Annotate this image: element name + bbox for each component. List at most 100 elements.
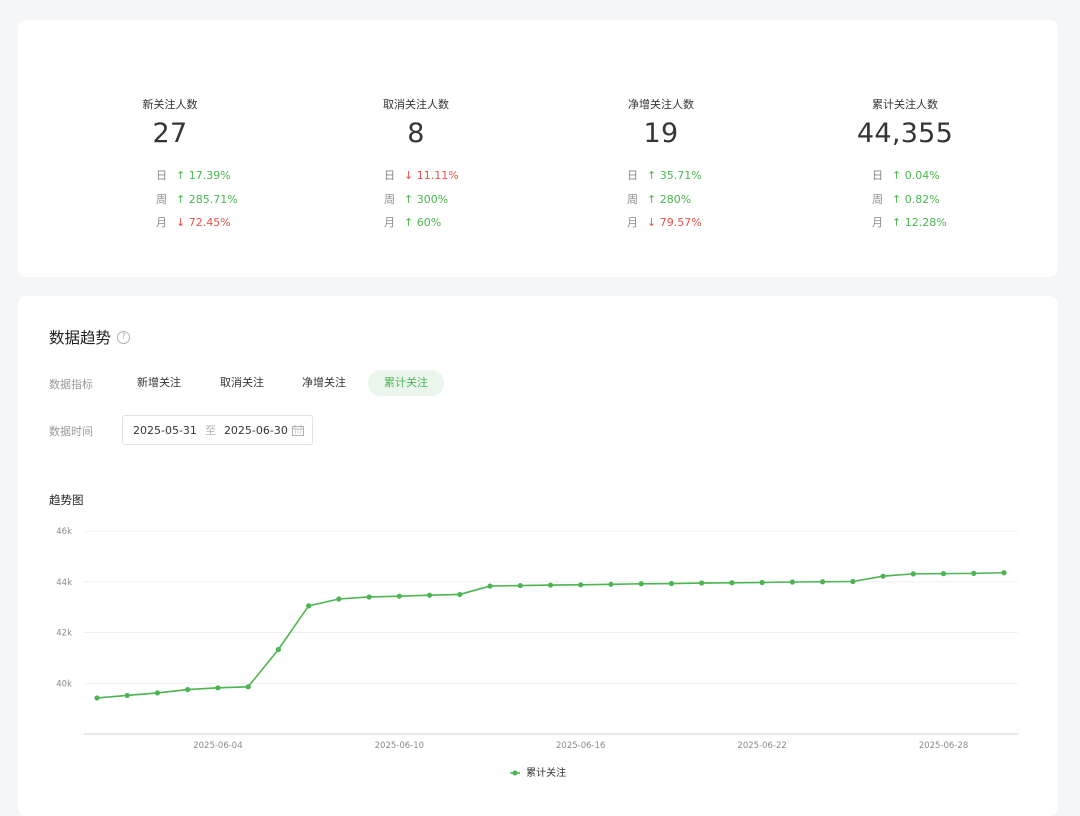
data-point (457, 591, 463, 598)
data-point (668, 580, 675, 587)
row-label: 日 (627, 169, 638, 182)
data-point (910, 571, 916, 577)
row-change: ↓ 72.45% (176, 216, 231, 229)
row-change: ↑ 35.71% (647, 169, 702, 182)
data-point (124, 692, 130, 699)
stat-row-month: 月 ↓ 79.57% (627, 215, 791, 239)
data-point (850, 578, 856, 585)
metric-tab-unfollow[interactable]: 取消关注 (204, 370, 280, 396)
legend-line-marker-icon (509, 770, 520, 776)
series-line-total-follow (96, 571, 1005, 699)
stat-value: 8 (407, 118, 425, 149)
y-tick-label: 46k (56, 527, 72, 537)
row-label: 周 (872, 192, 883, 206)
y-tick-label: 40k (56, 679, 72, 689)
calendar-icon[interactable] (292, 425, 304, 436)
data-point (517, 582, 523, 589)
data-point (1001, 570, 1007, 576)
data-point (185, 686, 191, 693)
stat-value: 44,355 (856, 118, 954, 149)
row-label: 月 (627, 216, 638, 229)
stat-row-day: 日 ↑ 35.71% (627, 168, 791, 192)
row-label: 周 (627, 192, 638, 206)
stat-row-month: 月 ↓ 72.45% (156, 215, 300, 239)
stat-row-week: 周 ↑ 280% (627, 192, 791, 216)
data-point (487, 583, 493, 589)
data-point (396, 593, 402, 599)
row-label: 月 (384, 216, 395, 229)
chart-legend[interactable]: 累计关注 (18, 764, 1058, 779)
row-change: ↓ 79.57% (647, 216, 702, 229)
stats-card: 新关注人数 27 日 ↑ 17.39% 周 ↑ 285.71% 月 ↓ 72.4… (18, 20, 1058, 277)
data-point (366, 594, 372, 600)
data-point (154, 690, 161, 696)
row-change: ↑ 60% (404, 216, 442, 229)
y-tick-label: 42k (56, 629, 72, 639)
data-point (94, 695, 100, 701)
data-point (245, 684, 251, 690)
x-tick-label: 2025-06-16 (556, 741, 605, 751)
row-change: ↑ 0.04% (892, 169, 940, 182)
row-change: ↑ 12.28% (892, 216, 947, 229)
x-tick-label: 2025-06-04 (193, 741, 242, 751)
stat-row-month: 月 ↑ 60% (384, 215, 546, 239)
data-point (880, 573, 886, 579)
data-point (759, 579, 765, 586)
data-point (306, 603, 312, 609)
chart-title: 趋势图 (49, 493, 84, 507)
data-point (215, 685, 221, 691)
row-change: ↓ 11.11% (404, 169, 459, 182)
data-point (547, 582, 554, 588)
data-point (578, 582, 584, 588)
row-label: 日 (872, 169, 883, 182)
data-point (971, 570, 977, 576)
stat-title: 新关注人数 (142, 98, 198, 111)
stat-row-day: 日 ↑ 17.39% (156, 168, 300, 192)
date-end[interactable]: 2025-06-30 (224, 424, 288, 437)
section-title: 数据趋势 ? (49, 326, 131, 348)
stat-title: 累计关注人数 (872, 98, 938, 111)
stat-value: 19 (643, 118, 679, 149)
row-change: ↑ 0.82% (892, 192, 940, 206)
data-point (699, 580, 705, 586)
x-tick-label: 2025-06-22 (737, 741, 786, 751)
stat-row-week: 周 ↑ 0.82% (872, 192, 1035, 216)
metric-tab-total[interactable]: 累计关注 (368, 370, 444, 396)
stat-row-day: 日 ↑ 0.04% (872, 168, 1035, 192)
row-label: 周 (156, 192, 167, 206)
data-point (820, 579, 826, 585)
stat-value: 27 (152, 118, 188, 149)
date-separator: 至 (204, 424, 216, 437)
legend-label: 累计关注 (526, 768, 567, 779)
question-circle-icon[interactable]: ? (117, 330, 131, 344)
row-label: 周 (384, 192, 395, 206)
row-change: ↑ 280% (647, 192, 692, 206)
row-label: 月 (872, 216, 883, 229)
date-start[interactable]: 2025-05-31 (133, 424, 197, 437)
stat-title: 净增关注人数 (628, 98, 694, 111)
section-title-text: 数据趋势 (49, 329, 112, 347)
data-point (275, 646, 281, 653)
x-tick-label: 2025-06-28 (919, 741, 968, 751)
row-label: 月 (156, 216, 167, 229)
row-change: ↑ 285.71% (176, 192, 238, 206)
data-point (336, 596, 342, 602)
row-change: ↑ 17.39% (176, 169, 231, 182)
stat-row-week: 周 ↑ 285.71% (156, 192, 300, 216)
metric-tab-net[interactable]: 净增关注 (286, 370, 362, 396)
y-tick-label: 44k (56, 578, 72, 588)
stat-row-week: 周 ↑ 300% (384, 192, 546, 216)
metric-label: 数据指标 (49, 378, 93, 391)
trend-chart: 40k 42k 44k 46k 2025-06-04 2025-06-10 2025-06-… (56, 527, 1018, 751)
data-point (426, 592, 433, 598)
time-label: 数据时间 (49, 425, 93, 438)
row-label: 日 (156, 169, 167, 182)
data-point (608, 581, 614, 587)
trend-card: 数据趋势 ? 数据指标 新增关注 取消关注 净增关注 累计关注 数据时间 202… (18, 296, 1058, 816)
x-tick-label: 2025-06-10 (375, 741, 424, 751)
stat-row-day: 日 ↓ 11.11% (384, 168, 546, 192)
stat-title: 取消关注人数 (383, 98, 449, 111)
date-range-picker[interactable]: 2025-05-31 至 2025-06-30 (122, 415, 313, 445)
metric-tab-new[interactable]: 新增关注 (121, 370, 197, 396)
row-label: 日 (384, 169, 395, 182)
